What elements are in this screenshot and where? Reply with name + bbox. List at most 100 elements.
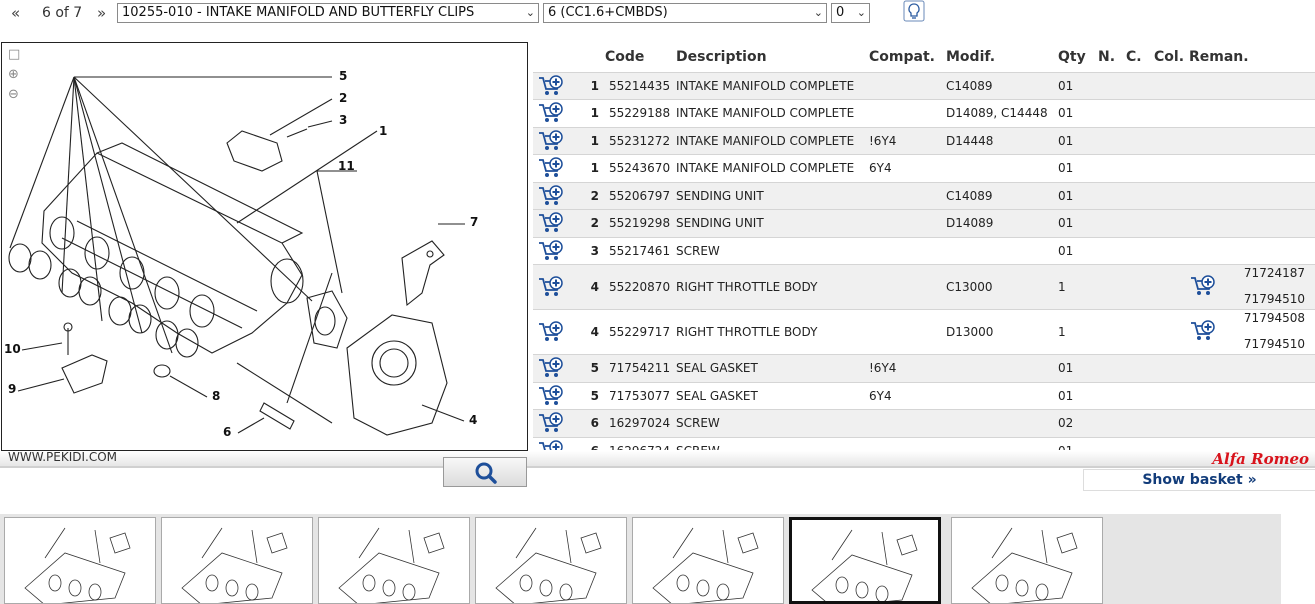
cart-cell[interactable] [533, 236, 565, 265]
part-n [1094, 381, 1122, 410]
part-code[interactable]: 55229717 [601, 309, 672, 355]
part-c [1122, 209, 1150, 237]
column-header-description[interactable]: Description [672, 42, 865, 72]
diagram-thumbnail[interactable] [475, 517, 627, 604]
variant-select[interactable]: 6 (CC1.6+CMBDS) ⌄ [543, 3, 827, 23]
group-select[interactable]: 10255-010 - INTAKE MANIFOLD AND BUTTERFL… [117, 3, 539, 23]
cart-cell[interactable] [533, 99, 565, 127]
table-row[interactable]: 5 71754211 SEAL GASKET !6Y4 01 [533, 354, 1315, 382]
diagram-thumbnail[interactable] [161, 517, 313, 604]
table-row[interactable]: 2 55219298 SENDING UNIT D14089 01 [533, 209, 1315, 237]
part-code[interactable]: 55231272 [601, 126, 672, 155]
cart-cell[interactable] [533, 126, 565, 155]
cart-cell[interactable] [533, 409, 565, 437]
part-qty: 01 [1054, 354, 1094, 382]
cart-cell[interactable] [533, 436, 565, 450]
cart-cell[interactable] [533, 154, 565, 182]
column-header-compat[interactable]: Compat. [865, 42, 942, 72]
add-to-cart-icon[interactable] [1189, 320, 1215, 342]
first-page-button[interactable]: « [11, 4, 20, 22]
callout-7[interactable]: 7 [470, 215, 478, 229]
table-row[interactable]: 3 55217461 SCREW 01 [533, 236, 1315, 265]
part-code[interactable]: 55243670 [601, 154, 672, 182]
callout-3[interactable]: 3 [339, 113, 347, 127]
diagram-thumbnail[interactable] [789, 517, 941, 604]
reman-cell: 71794508 71794510 [1189, 310, 1315, 354]
add-to-cart-icon[interactable] [537, 357, 563, 379]
diagram-thumbnail[interactable] [632, 517, 784, 604]
diagram-thumbnail[interactable] [4, 517, 156, 604]
table-row[interactable]: 616296724SCREW 01 [533, 436, 1315, 450]
table-row[interactable]: 4 55220870 RIGHT THROTTLE BODY C13000 1 71724… [533, 264, 1315, 310]
callout-10[interactable]: 10 [4, 342, 21, 356]
part-modif: C13000 [942, 264, 1054, 310]
column-header-qty[interactable]: Qty [1054, 42, 1094, 72]
add-to-cart-icon[interactable] [537, 440, 563, 450]
cart-cell[interactable] [533, 264, 565, 310]
exploded-diagram[interactable]: □ ⊕ ⊖ 5 2 3 1 11 7 10 9 8 6 4 [1, 42, 528, 451]
cart-cell[interactable] [533, 309, 565, 355]
table-row[interactable]: 4 55229717 RIGHT THROTTLE BODY D13000 1 71794… [533, 309, 1315, 355]
add-to-cart-icon[interactable] [537, 157, 563, 179]
table-row[interactable]: 1 55214435 INTAKE MANIFOLD COMPLETE C14089 0… [533, 71, 1315, 100]
column-header-col[interactable]: Col. [1150, 42, 1185, 72]
part-code[interactable]: 55220870 [601, 264, 672, 310]
column-header-reman[interactable]: Reman. [1185, 42, 1315, 72]
callout-5[interactable]: 5 [339, 69, 347, 83]
cart-cell[interactable] [533, 181, 565, 210]
part-code[interactable]: 55217461 [601, 236, 672, 265]
table-row[interactable]: 2 55206797 SENDING UNIT C14089 01 [533, 181, 1315, 210]
part-code[interactable]: 71753077 [601, 381, 672, 410]
add-to-cart-icon[interactable] [537, 276, 563, 298]
add-to-cart-icon[interactable] [537, 385, 563, 407]
part-code[interactable]: 16297024 [601, 409, 672, 437]
add-to-cart-icon[interactable] [537, 185, 563, 207]
callout-4[interactable]: 4 [469, 413, 477, 427]
ref-number: 4 [565, 264, 601, 310]
column-header-n[interactable]: N. [1094, 42, 1122, 72]
part-code[interactable]: 55214435 [601, 71, 672, 100]
diagram-thumbnail[interactable] [951, 517, 1103, 604]
chevron-down-icon: ⌄ [525, 6, 535, 19]
part-code[interactable]: 55206797 [601, 181, 672, 210]
callout-11[interactable]: 11 [338, 159, 355, 173]
cart-cell[interactable] [533, 209, 565, 237]
callout-2[interactable]: 2 [339, 91, 347, 105]
part-code[interactable]: 55219298 [601, 209, 672, 237]
callout-6[interactable]: 6 [223, 425, 231, 439]
part-code[interactable]: 71754211 [601, 354, 672, 382]
table-row[interactable]: 1 55231272 INTAKE MANIFOLD COMPLETE !6Y4 D14… [533, 126, 1315, 155]
callout-1[interactable]: 1 [379, 124, 387, 138]
last-page-button[interactable]: » [97, 4, 106, 22]
add-to-cart-icon[interactable] [1189, 275, 1215, 297]
cart-cell[interactable] [533, 71, 565, 100]
show-basket-button[interactable]: Show basket » [1083, 469, 1315, 491]
cart-cell[interactable] [533, 381, 565, 410]
part-c [1122, 381, 1150, 410]
cart-cell[interactable] [533, 354, 565, 382]
table-row[interactable]: 1 55243670 INTAKE MANIFOLD COMPLETE 6Y4 01 [533, 154, 1315, 182]
diagram-thumbnail[interactable] [318, 517, 470, 604]
ref-number: 2 [565, 181, 601, 210]
callout-8[interactable]: 8 [212, 389, 220, 403]
column-header-modif[interactable]: Modif. [942, 42, 1054, 72]
add-to-cart-icon[interactable] [537, 102, 563, 124]
table-row[interactable]: 1 55229188 INTAKE MANIFOLD COMPLETE D14089,… [533, 99, 1315, 127]
part-code[interactable]: 16296724 [601, 436, 672, 450]
lightbulb-icon[interactable] [903, 0, 925, 22]
table-row[interactable]: 5 71753077 SEAL GASKET 6Y4 01 [533, 381, 1315, 410]
quantity-select[interactable]: 0 ⌄ [831, 3, 870, 23]
column-header-c[interactable]: C. [1122, 42, 1150, 72]
add-to-cart-icon[interactable] [537, 212, 563, 234]
part-code[interactable]: 55229188 [601, 99, 672, 127]
add-to-cart-icon[interactable] [537, 75, 563, 97]
column-header-code[interactable]: Code [601, 42, 672, 72]
add-to-cart-icon[interactable] [537, 240, 563, 262]
search-button[interactable] [443, 457, 527, 487]
part-reman [1185, 126, 1315, 155]
callout-9[interactable]: 9 [8, 382, 16, 396]
table-row[interactable]: 6 16297024 SCREW 02 [533, 409, 1315, 437]
add-to-cart-icon[interactable] [537, 130, 563, 152]
add-to-cart-icon[interactable] [537, 412, 563, 434]
add-to-cart-icon[interactable] [537, 321, 563, 343]
